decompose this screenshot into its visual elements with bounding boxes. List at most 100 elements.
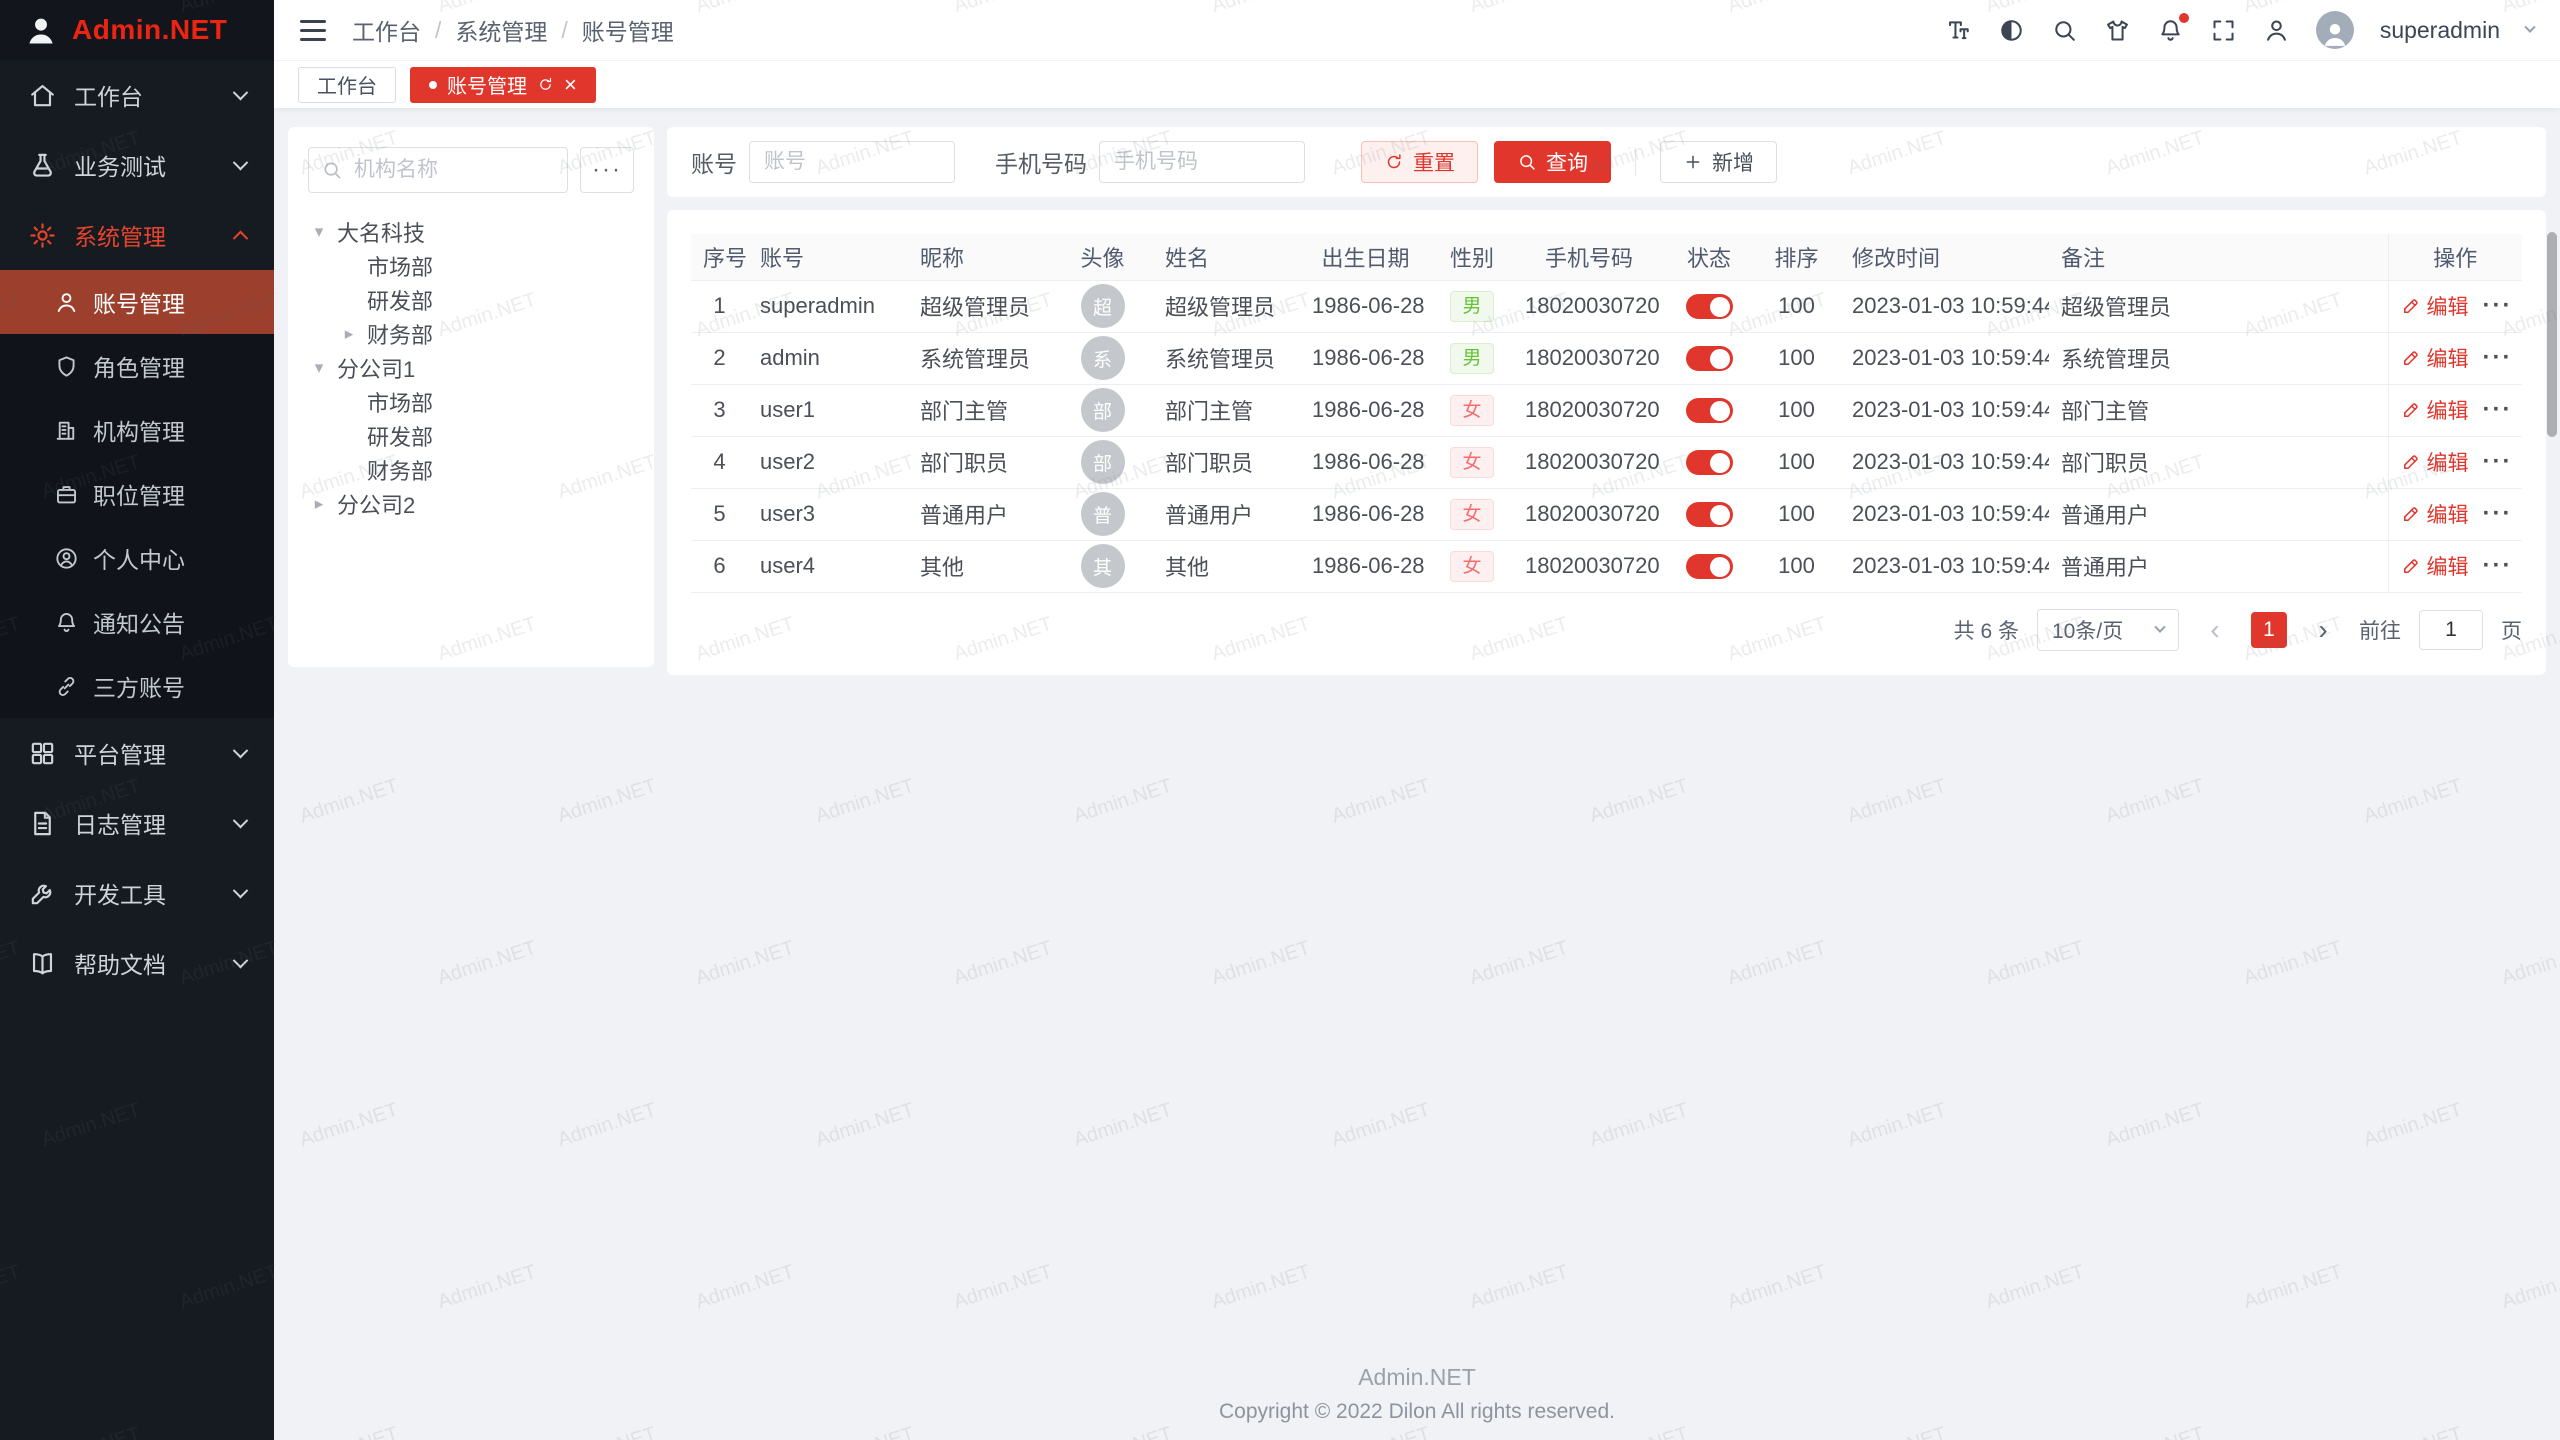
sidebar-item-position-management[interactable]: 职位管理 xyxy=(0,462,274,526)
tree-node[interactable]: ▸分公司2 xyxy=(308,487,634,521)
sidebar-item-business-test[interactable]: 业务测试 xyxy=(0,130,274,200)
tree-node[interactable]: ▾分公司1 xyxy=(308,351,634,385)
status-toggle[interactable] xyxy=(1686,554,1733,579)
edit-button[interactable]: 编辑 xyxy=(2401,343,2469,373)
edit-icon xyxy=(2401,452,2421,472)
column-header-status: 状态 xyxy=(1665,234,1753,280)
sidebar-item-label: 个人中心 xyxy=(93,541,185,575)
status-toggle[interactable] xyxy=(1686,502,1733,527)
sidebar-item-platform-management[interactable]: 平台管理 xyxy=(0,718,274,788)
caret-down-icon[interactable]: ▾ xyxy=(308,358,330,378)
page-number-1[interactable]: 1 xyxy=(2251,612,2287,648)
row-actions: 编辑 ··· xyxy=(2401,447,2513,477)
row-more-button[interactable]: ··· xyxy=(2483,346,2513,370)
brand-logo[interactable]: Admin.NET xyxy=(0,0,274,60)
notification-icon[interactable] xyxy=(2157,17,2184,44)
tab-account-management[interactable]: 账号管理 × xyxy=(410,67,596,103)
edit-button[interactable]: 编辑 xyxy=(2401,499,2469,529)
chevron-down-icon[interactable] xyxy=(2524,22,2535,33)
tree-node[interactable]: 市场部 xyxy=(308,249,634,283)
sidebar-item-workbench[interactable]: 工作台 xyxy=(0,60,274,130)
avatar: 系 xyxy=(1081,336,1125,380)
sidebar-item-log-management[interactable]: 日志管理 xyxy=(0,788,274,858)
scrollbar-thumb[interactable] xyxy=(2547,232,2557,437)
tree-node[interactable]: 研发部 xyxy=(308,419,634,453)
column-header-birth-date: 出生日期 xyxy=(1300,234,1431,280)
sidebar-item-role-management[interactable]: 角色管理 xyxy=(0,334,274,398)
sidebar-item-personal-center[interactable]: 个人中心 xyxy=(0,526,274,590)
edit-button[interactable]: 编辑 xyxy=(2401,291,2469,321)
add-button[interactable]: 新增 xyxy=(1660,141,1777,183)
sidebar-item-system-management[interactable]: 系统管理 xyxy=(0,200,274,270)
username[interactable]: superadmin xyxy=(2380,17,2500,44)
search-icon[interactable] xyxy=(2051,17,2078,44)
profile-icon[interactable] xyxy=(2263,17,2290,44)
sidebar-item-label: 开发工具 xyxy=(74,876,235,910)
edit-icon xyxy=(2401,400,2421,420)
cell-actions: 编辑 ··· xyxy=(2388,384,2522,436)
account-input[interactable] xyxy=(749,141,955,183)
cell-remark: 普通用户 xyxy=(2049,540,2388,592)
close-icon[interactable]: × xyxy=(564,74,577,96)
sidebar-item-third-party-account[interactable]: 三方账号 xyxy=(0,654,274,718)
tab-workbench[interactable]: 工作台 xyxy=(298,67,396,103)
row-more-button[interactable]: ··· xyxy=(2483,398,2513,422)
notification-badge xyxy=(2179,13,2189,23)
cell-avatar: 其 xyxy=(1052,540,1153,592)
pagination: 共 6 条 10条/页 ‹ 1 › 前往 页 xyxy=(691,609,2522,651)
row-more-button[interactable]: ··· xyxy=(2483,502,2513,526)
row-more-button[interactable]: ··· xyxy=(2483,554,2513,578)
breadcrumb-separator: / xyxy=(561,17,567,44)
status-toggle[interactable] xyxy=(1686,346,1733,371)
row-more-button[interactable]: ··· xyxy=(2483,294,2513,318)
sidebar-item-org-management[interactable]: 机构管理 xyxy=(0,398,274,462)
goto-page-input[interactable] xyxy=(2419,610,2483,650)
cell-index: 5 xyxy=(691,488,748,540)
search-label: 查询 xyxy=(1546,147,1588,177)
caret-right-icon[interactable]: ▸ xyxy=(338,324,360,344)
row-more-button[interactable]: ··· xyxy=(2483,450,2513,474)
sidebar-item-help-docs[interactable]: 帮助文档 xyxy=(0,928,274,998)
edit-button[interactable]: 编辑 xyxy=(2401,551,2469,581)
tree-node[interactable]: 市场部 xyxy=(308,385,634,419)
phone-input[interactable] xyxy=(1099,141,1305,183)
breadcrumb-item[interactable]: 系统管理 xyxy=(455,13,547,47)
tree-more-button[interactable]: ··· xyxy=(580,147,634,193)
fullscreen-icon[interactable] xyxy=(2210,17,2237,44)
breadcrumb-item[interactable]: 工作台 xyxy=(352,13,421,47)
status-toggle[interactable] xyxy=(1686,294,1733,319)
tree-node[interactable]: 财务部 xyxy=(308,453,634,487)
font-size-icon[interactable] xyxy=(1945,17,1972,44)
edit-button[interactable]: 编辑 xyxy=(2401,395,2469,425)
menu-collapse-icon[interactable] xyxy=(300,20,326,41)
column-header-order: 排序 xyxy=(1753,234,1840,280)
status-toggle[interactable] xyxy=(1686,450,1733,475)
search-button[interactable]: 查询 xyxy=(1494,141,1611,183)
next-page-button[interactable]: › xyxy=(2305,612,2341,648)
tree-node[interactable]: ▸财务部 xyxy=(308,317,634,351)
tree-node[interactable]: 研发部 xyxy=(308,283,634,317)
reset-button[interactable]: 重置 xyxy=(1361,141,1478,183)
prev-page-button[interactable]: ‹ xyxy=(2197,612,2233,648)
refresh-icon[interactable] xyxy=(537,76,554,93)
caret-right-icon[interactable]: ▸ xyxy=(308,494,330,514)
status-toggle[interactable] xyxy=(1686,398,1733,423)
cell-order: 100 xyxy=(1753,540,1840,592)
org-search-input[interactable] xyxy=(352,157,555,183)
page-size-select[interactable]: 10条/页 xyxy=(2037,609,2179,651)
theme-icon[interactable] xyxy=(1998,17,2025,44)
sidebar-item-notice-announcement[interactable]: 通知公告 xyxy=(0,590,274,654)
edit-button[interactable]: 编辑 xyxy=(2401,447,2469,477)
cell-remark: 超级管理员 xyxy=(2049,280,2388,332)
sidebar-item-dev-tools[interactable]: 开发工具 xyxy=(0,858,274,928)
skin-icon[interactable] xyxy=(2104,17,2131,44)
column-header-index: 序号 xyxy=(691,234,748,280)
user-avatar[interactable] xyxy=(2316,11,2354,49)
table-row: 5user3普通用户普普通用户1986-06-28女18020030720100… xyxy=(691,488,2522,540)
breadcrumb-separator: / xyxy=(435,17,441,44)
caret-down-icon[interactable]: ▾ xyxy=(308,222,330,242)
edit-label: 编辑 xyxy=(2427,499,2469,529)
sidebar-item-account-management[interactable]: 账号管理 xyxy=(0,270,274,334)
chevron-down-icon xyxy=(233,812,249,828)
tree-node[interactable]: ▾大名科技 xyxy=(308,215,634,249)
